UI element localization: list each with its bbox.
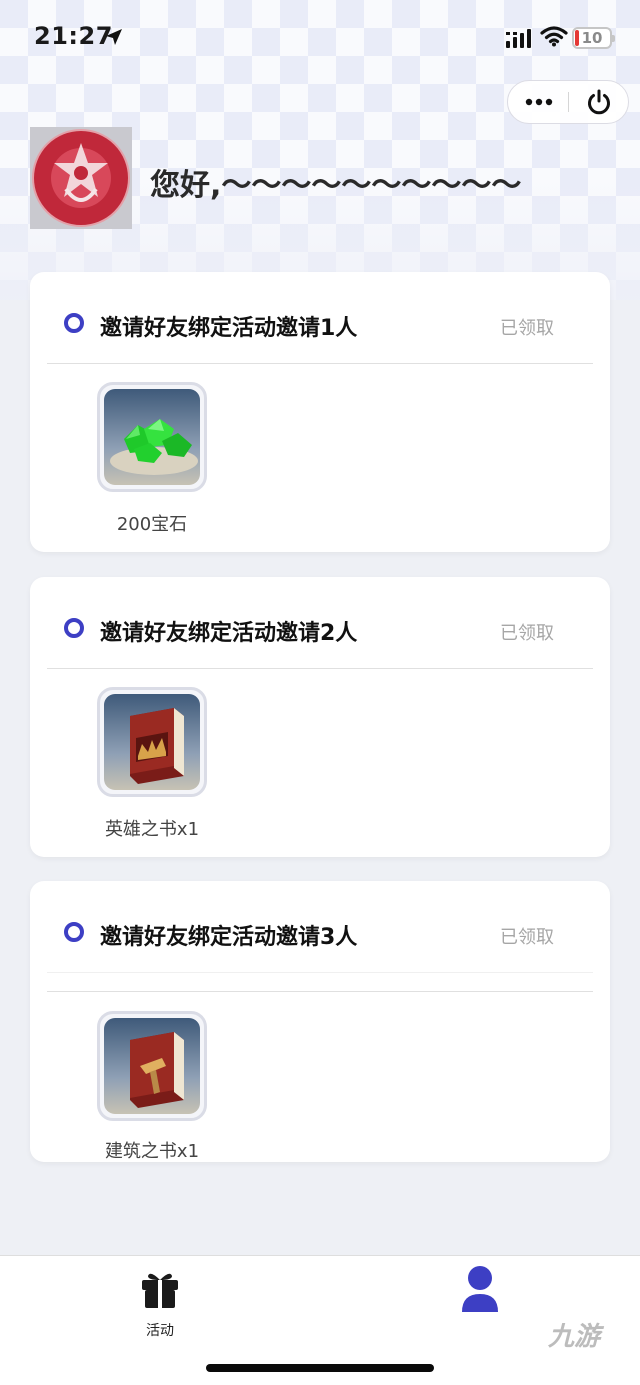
- tab-profile[interactable]: [450, 1264, 510, 1334]
- task-card: 邀请好友绑定活动邀请2人 已领取 英雄之书x1: [30, 577, 610, 857]
- claimed-status: 已领取: [500, 318, 554, 339]
- reward-tile[interactable]: [97, 1011, 207, 1121]
- claimed-status: 已领取: [500, 927, 554, 948]
- card-divider: [47, 668, 593, 669]
- ring-bullet-icon: [64, 922, 84, 942]
- task-card: 邀请好友绑定活动邀请3人 已领取 建筑之书x1: [30, 881, 610, 1162]
- more-options-button[interactable]: [508, 81, 569, 123]
- battery-cap: [612, 35, 615, 42]
- gift-icon: [142, 1273, 178, 1308]
- bottom-tab-bar: 活动 九游: [0, 1255, 640, 1385]
- close-program-button[interactable]: [569, 81, 629, 123]
- claimed-status: 已领取: [500, 623, 554, 644]
- person-icon: [462, 1266, 498, 1312]
- avatar-emblem-icon: [30, 127, 132, 229]
- mini-program-capsule: [507, 80, 629, 124]
- card-divider: [47, 363, 593, 364]
- more-dots-icon: [525, 98, 552, 106]
- reward-label: 200宝石: [116, 514, 188, 535]
- reward-label: 建筑之书x1: [104, 1141, 200, 1162]
- reward-tile[interactable]: [97, 382, 207, 492]
- status-bar: 21:27 10: [0, 0, 640, 76]
- greeting-text: 您好,～～～～～～～～～～: [150, 168, 522, 203]
- wifi-icon: [540, 26, 568, 47]
- cellular-signal-icon: [506, 29, 531, 48]
- power-icon: [588, 89, 610, 115]
- task-title: 邀请好友绑定活动邀请1人: [100, 316, 358, 341]
- card-divider: [47, 991, 593, 992]
- task-card: 邀请好友绑定活动邀请1人 已领取 200宝石: [30, 272, 610, 552]
- tab-activity[interactable]: 活动: [120, 1264, 200, 1339]
- card-divider: [47, 972, 593, 973]
- reward-tile[interactable]: [97, 687, 207, 797]
- status-time: 21:27: [34, 22, 113, 50]
- watermark-logo: 九游: [548, 1322, 601, 1352]
- ring-bullet-icon: [64, 618, 84, 638]
- reward-label: 英雄之书x1: [104, 819, 200, 840]
- battery-percentage: 10: [581, 29, 603, 47]
- green-gems-icon: [104, 389, 200, 485]
- home-indicator: [206, 1364, 434, 1372]
- ring-bullet-icon: [64, 313, 84, 333]
- task-title: 邀请好友绑定活动邀请2人: [100, 621, 358, 646]
- battery-indicator: 10: [572, 27, 615, 49]
- tab-activity-label: 活动: [146, 1323, 174, 1339]
- hero-book-icon: [104, 694, 200, 790]
- task-title: 邀请好友绑定活动邀请3人: [100, 925, 358, 950]
- avatar[interactable]: [30, 127, 132, 229]
- building-book-icon: [104, 1018, 200, 1114]
- location-arrow-icon: [106, 29, 122, 45]
